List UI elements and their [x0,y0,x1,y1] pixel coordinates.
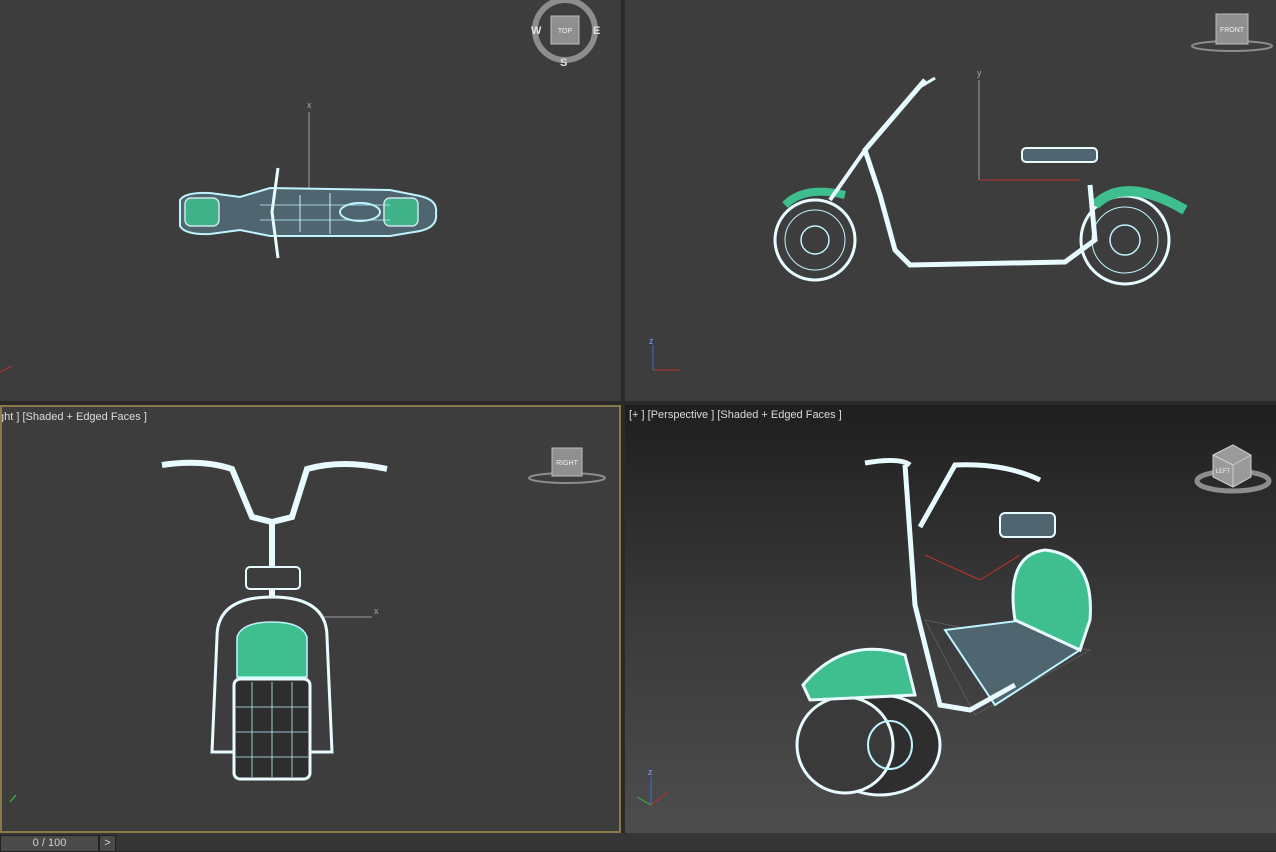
axis-y-label: y [977,68,982,78]
perspective-axis-z-label: z [648,767,653,777]
front-axis-z-label: z [649,336,654,346]
compass-west: W [531,25,542,37]
viewcube-perspective[interactable]: LEFT [1193,437,1273,497]
compass-south: S [560,57,567,66]
viewport-splitter-vertical[interactable] [621,0,625,833]
viewcube-right[interactable]: RIGHT [527,442,607,487]
scooter-perspective-view: z [636,457,1092,806]
right-axis-x-label: x [374,606,379,616]
compass-east: E [593,25,600,37]
viewport-top[interactable]: x TOP W E S [0,0,621,401]
viewcube-right-label: RIGHT [556,460,579,467]
timeline-bar [0,833,1276,851]
axis-x-label: x [307,100,312,110]
viewcube-top-label: TOP [558,28,573,35]
next-frame-button[interactable]: > [99,835,116,852]
viewport-splitter-horizontal[interactable] [0,401,1276,405]
viewcube-top[interactable]: TOP W E S [530,0,600,69]
viewcube-front[interactable]: FRONT [1190,10,1276,55]
viewcube-front-label: FRONT [1220,27,1245,34]
viewport-front[interactable]: y z FRONT [625,0,1276,401]
viewcube-perspective-label: LEFT [1216,469,1231,475]
scooter-front-view: y z [649,68,1188,371]
time-slider[interactable]: 0 / 100 [0,835,99,852]
scooter-top-view: x [0,100,438,373]
viewport-right[interactable]: ght ] [Shaded + Edged Faces ] x RIGHT [0,405,621,833]
viewport-perspective[interactable]: [+ ] [Perspective ] [Shaded + Edged Face… [625,405,1276,833]
